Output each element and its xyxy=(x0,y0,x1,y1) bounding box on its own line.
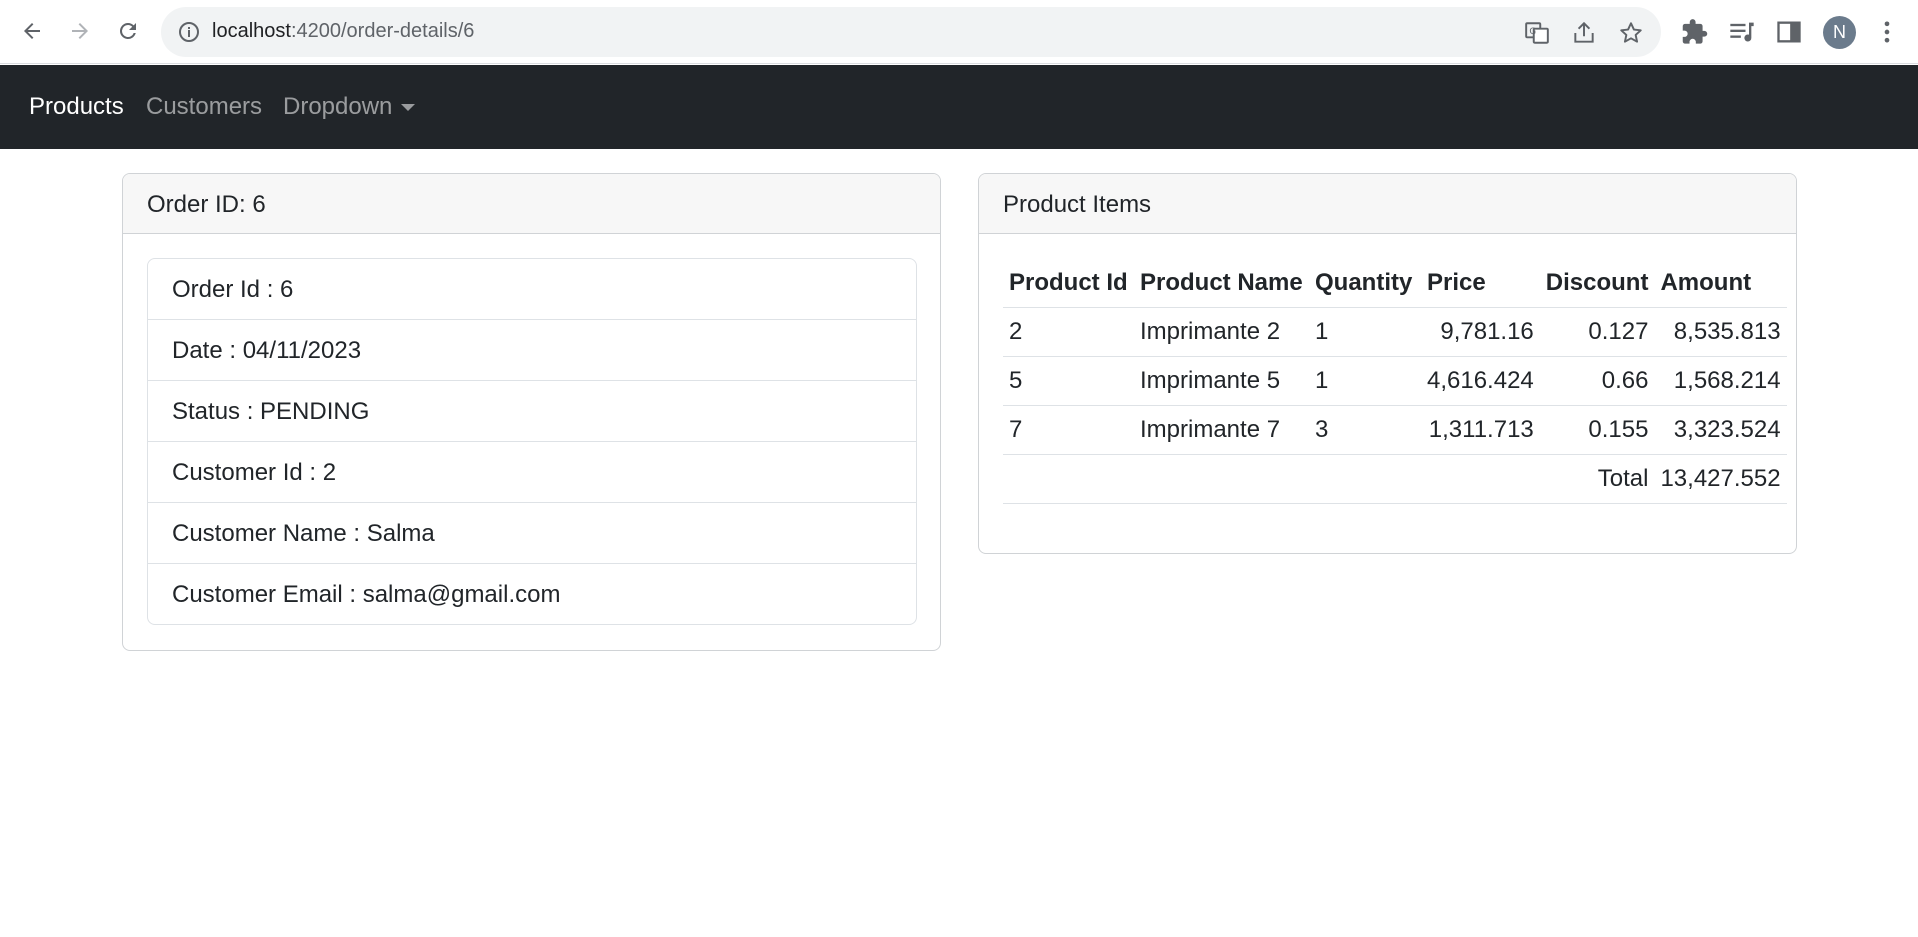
share-icon[interactable] xyxy=(1571,20,1597,46)
cell-product-id: 2 xyxy=(1003,307,1134,357)
product-items-card: Product Items Product Id Product Name Qu… xyxy=(978,173,1797,554)
cell-product-name: Imprimante 5 xyxy=(1134,356,1309,406)
order-card-header: Order ID: 6 xyxy=(123,174,940,234)
table-row: 2 Imprimante 2 1 9,781.16 0.127 8,535.81… xyxy=(1003,307,1787,357)
nav-dropdown-toggle[interactable]: Dropdown xyxy=(283,93,416,121)
nav-products-link[interactable]: Products xyxy=(29,93,124,121)
cell-product-id: 7 xyxy=(1003,405,1134,455)
bookmark-star-icon[interactable] xyxy=(1618,20,1644,46)
cell-product-name: Imprimante 7 xyxy=(1134,405,1309,455)
customer-email-field: Customer Email : salma@gmail.com xyxy=(172,581,561,608)
col-discount: Discount xyxy=(1539,259,1655,308)
total-value: 13,427.552 xyxy=(1654,454,1787,504)
more-menu-icon[interactable] xyxy=(1873,18,1901,46)
cell-amount: 1,568.214 xyxy=(1654,356,1787,406)
customer-name-field: Customer Name : Salma xyxy=(148,503,916,564)
cell-quantity: 1 xyxy=(1309,307,1421,357)
table-row: 5 Imprimante 5 1 4,616.424 0.66 1,568.21… xyxy=(1003,356,1787,406)
browser-toolbar: localhost:4200/order-details/6 G N xyxy=(0,0,1918,64)
cell-discount: 0.66 xyxy=(1539,356,1655,406)
caret-down-icon xyxy=(401,103,416,111)
cell-discount: 0.155 xyxy=(1539,405,1655,455)
cell-price: 4,616.424 xyxy=(1421,356,1540,406)
total-row: Total 13,427.552 xyxy=(1003,454,1787,504)
back-arrow-icon[interactable] xyxy=(14,13,50,49)
cell-product-name: Imprimante 2 xyxy=(1134,307,1309,357)
cell-price: 1,311.713 xyxy=(1421,405,1540,455)
table-header-row: Product Id Product Name Quantity Price D… xyxy=(1003,259,1787,308)
cell-price: 9,781.16 xyxy=(1421,307,1540,357)
col-quantity: Quantity xyxy=(1309,259,1421,308)
cell-discount: 0.127 xyxy=(1539,307,1655,357)
col-product-name: Product Name xyxy=(1134,259,1309,308)
svg-text:G: G xyxy=(1529,27,1536,37)
profile-avatar[interactable]: N xyxy=(1823,16,1856,49)
cell-amount: 3,323.524 xyxy=(1654,405,1787,455)
address-bar[interactable]: localhost:4200/order-details/6 G xyxy=(161,7,1661,57)
order-details-list: Order Id : 6 Date : 04/11/2023 Status : … xyxy=(147,258,917,625)
forward-arrow-icon[interactable] xyxy=(62,13,98,49)
reload-icon[interactable] xyxy=(110,13,146,49)
cell-quantity: 1 xyxy=(1309,356,1421,406)
nav-customers-link[interactable]: Customers xyxy=(146,93,262,121)
table-row: 7 Imprimante 7 3 1,311.713 0.155 3,323.5… xyxy=(1003,405,1787,455)
url-text: localhost:4200/order-details/6 xyxy=(212,20,475,42)
product-items-header: Product Items xyxy=(979,174,1796,234)
order-id-field: Order Id : 6 xyxy=(148,259,916,320)
col-amount: Amount xyxy=(1654,259,1787,308)
cell-product-id: 5 xyxy=(1003,356,1134,406)
customer-id-field: Customer Id : 2 xyxy=(148,442,916,503)
cell-quantity: 3 xyxy=(1309,405,1421,455)
extensions-icon[interactable] xyxy=(1681,18,1709,46)
info-icon[interactable] xyxy=(177,20,201,44)
side-panel-icon[interactable] xyxy=(1775,18,1803,46)
translate-icon[interactable]: G xyxy=(1524,20,1550,46)
col-price: Price xyxy=(1421,259,1540,308)
order-card: Order ID: 6 Order Id : 6 Date : 04/11/20… xyxy=(122,173,941,651)
total-label: Total xyxy=(1539,454,1655,504)
order-status-field: Status : PENDING xyxy=(148,381,916,442)
app-navbar: Products Customers Dropdown xyxy=(0,65,1918,149)
media-queue-icon[interactable] xyxy=(1728,18,1756,46)
product-items-table: Product Id Product Name Quantity Price D… xyxy=(1003,259,1787,504)
col-product-id: Product Id xyxy=(1003,259,1134,308)
order-date-field: Date : 04/11/2023 xyxy=(148,320,916,381)
cell-amount: 8,535.813 xyxy=(1654,307,1787,357)
